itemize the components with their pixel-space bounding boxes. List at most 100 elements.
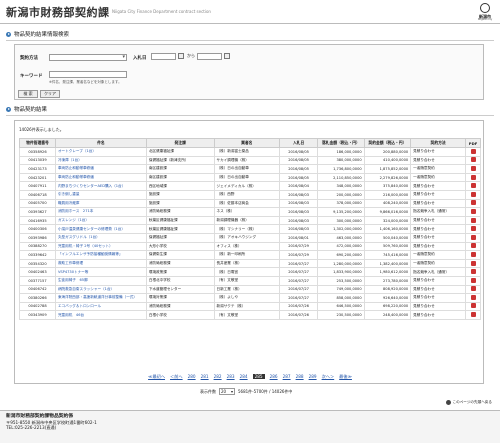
item-link[interactable]: 引き倒し重量: [54, 189, 147, 200]
results-panel: 14026件表示しました。 物件管理番号 件名 発注課 業者名 入札日 落札金額（税込・円…: [14, 120, 484, 384]
pager-next[interactable]: 次へ＞: [322, 374, 335, 379]
pdf-icon[interactable]: [470, 183, 476, 189]
table-cell: 2016/07/29: [279, 250, 319, 260]
calendar-icon[interactable]: [224, 53, 230, 59]
date-to-input[interactable]: [197, 53, 222, 60]
item-link[interactable]: 東海洋院西部・高速新軌道洋分事前整備（一式）: [54, 293, 147, 303]
table-cell: 00407911: [19, 181, 56, 191]
item-link[interactable]: 車両防止和動帯車修繕: [54, 164, 147, 174]
table-cell: 見積り合わせ: [410, 189, 467, 200]
table-cell: 消防局総務課: [145, 207, 215, 217]
item-link[interactable]: ガスレンジ（1台）: [54, 215, 147, 226]
item-link[interactable]: 生徒用椅子 65脚: [54, 275, 147, 286]
pager-page[interactable]: 282: [214, 374, 222, 379]
search-button[interactable]: 検 索: [18, 90, 38, 98]
item-link[interactable]: 車両防止和動帯車修繕: [54, 172, 147, 183]
table-cell: 186,000,0000: [317, 147, 365, 157]
table-cell: 1,980,612,0000: [363, 267, 412, 277]
pager-page[interactable]: 285: [252, 374, 265, 379]
footer: 新潟市財務部契約課物品契約係 〒951-8550 新潟市中央区学校町通1番町60…: [0, 410, 500, 443]
table-cell: 消防局総務課: [145, 258, 215, 269]
item-link[interactable]: VSP4730トナー等: [54, 267, 147, 277]
pdf-icon[interactable]: [470, 208, 476, 214]
column-header: 契約方法: [410, 138, 467, 148]
item-link[interactable]: 救助工作車修理: [54, 258, 147, 269]
pdf-icon[interactable]: [470, 157, 476, 163]
item-link[interactable]: 消防用ホース 271本: [54, 207, 147, 217]
table-cell: 2016/08/01: [279, 232, 319, 243]
pager-page[interactable]: 287: [283, 374, 291, 379]
item-link[interactable]: 「インフルエンザ予防接種勧奨情報等」: [54, 250, 147, 260]
keyword-note: ※件名、発注課、業者名などを対象とします。: [49, 80, 122, 84]
pager-prev[interactable]: ＜前へ: [170, 374, 183, 379]
table-cell: 348,000,0000: [317, 181, 365, 191]
pdf-icon[interactable]: [470, 303, 476, 309]
display-count-select[interactable]: 20: [219, 388, 235, 395]
pdf-cell: [465, 284, 481, 295]
pdf-cell: [465, 258, 481, 269]
pdf-icon[interactable]: [470, 217, 476, 223]
clear-button[interactable]: クリア: [40, 90, 60, 98]
table-cell: 見積り合わせ: [410, 147, 467, 157]
table-cell: 保健衛生課: [145, 250, 215, 260]
pdf-icon[interactable]: [470, 312, 476, 318]
pdf-icon[interactable]: [470, 277, 476, 283]
pdf-icon[interactable]: [470, 165, 476, 171]
table-cell: 見積り合わせ: [410, 284, 467, 295]
city-logo[interactable]: 新潟市 Niigata City: [474, 3, 496, 21]
calendar-icon[interactable]: [178, 53, 184, 59]
pdf-icon[interactable]: [470, 251, 476, 257]
pdf-icon[interactable]: [470, 294, 476, 300]
pdf-icon[interactable]: [470, 234, 476, 240]
table-cell: 00402788: [19, 301, 56, 312]
pdf-icon[interactable]: [470, 174, 476, 180]
pager-first[interactable]: ≪最初へ: [148, 374, 165, 379]
pdf-icon[interactable]: [470, 191, 476, 197]
site-header: 新潟市財務部契約課 Niigata City Finance Departmen…: [0, 0, 500, 24]
item-link[interactable]: 冷凍庫（1台）: [54, 155, 147, 166]
table-cell: 324,000,0000: [363, 215, 412, 226]
pdf-icon[interactable]: [470, 269, 476, 275]
pdf-icon[interactable]: [470, 260, 476, 266]
table-cell: 南区建設課: [145, 164, 215, 174]
table-cell: 一者随意契約: [410, 164, 467, 174]
pdf-icon[interactable]: [470, 226, 476, 232]
pager-page[interactable]: 280: [188, 374, 196, 379]
pager-page[interactable]: 286: [270, 374, 278, 379]
item-link[interactable]: 丸型ガスグリドル（1台）: [54, 232, 147, 243]
item-link[interactable]: 内野まちづくりセンターAED購入（1台）: [54, 181, 147, 191]
pdf-icon[interactable]: [470, 286, 476, 292]
pager-last[interactable]: 最後≫: [339, 374, 352, 379]
item-link[interactable]: 小濱戸温泉健康センターの修理費（1台）: [54, 224, 147, 234]
pager-page[interactable]: 281: [201, 374, 209, 379]
table-row: 00413039 冷凍庫（1台） 保健福祉課（新津支所） サカイ調理機（株） 2016/…: [19, 155, 481, 166]
item-link[interactable]: 職員用冷蔵庫: [54, 198, 147, 209]
table-row: 00402788 エコバッグ＆トロンロール 消防局総務課 新潟サクテ（株） 2016/0…: [19, 301, 481, 312]
pager-page[interactable]: 283: [227, 374, 235, 379]
pdf-cell: [465, 207, 481, 217]
method-select[interactable]: [49, 54, 127, 61]
pager-page[interactable]: 284: [240, 374, 248, 379]
item-link[interactable]: 児童用机・椅子 2号（40セット）: [54, 241, 147, 252]
column-header: 契約金額（税込・円）: [363, 138, 412, 148]
table-cell: 375,840,0000: [363, 181, 412, 191]
keyword-input[interactable]: [49, 71, 127, 78]
item-link[interactable]: オートクレーブ（1台）: [54, 147, 147, 157]
table-cell: 410,400,0000: [363, 155, 412, 166]
pdf-icon[interactable]: [470, 148, 476, 154]
table-cell: 808,920,0000: [363, 284, 412, 295]
pdf-icon[interactable]: [470, 243, 476, 249]
date-from-input[interactable]: [151, 53, 176, 60]
table-cell: （株）マシナリー（株）: [213, 224, 281, 234]
table-cell: 300,000,0000: [317, 215, 365, 226]
table-cell: ネス（株）: [213, 207, 281, 217]
keyword-label: キーワード: [20, 74, 43, 79]
item-link[interactable]: 病院救急自衛スラッシャー（1台）: [54, 284, 147, 295]
pdf-icon[interactable]: [470, 200, 476, 206]
page-top-link[interactable]: このページの先頭へ戻る: [445, 400, 492, 405]
pager-page[interactable]: 288: [296, 374, 304, 379]
item-link[interactable]: 児童用机 46台: [54, 310, 147, 320]
item-link[interactable]: エコバッグ＆トロンロール: [54, 301, 147, 312]
table-row: 00406742 病院救急自衛スラッシャー（1台） 下水道管理センター 日新工業（株）…: [19, 284, 481, 295]
pager-page[interactable]: 289: [309, 374, 317, 379]
